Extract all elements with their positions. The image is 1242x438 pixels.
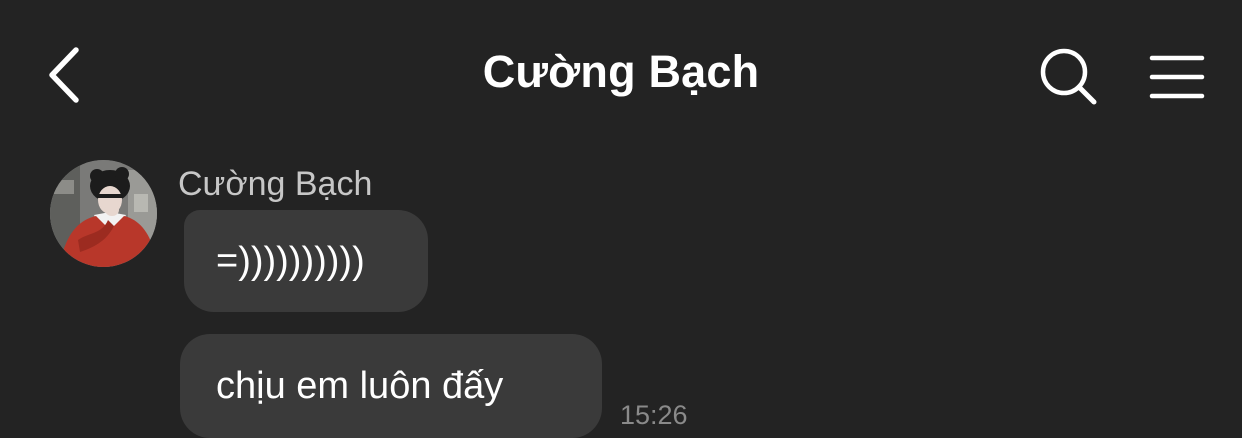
- avatar-photo: [50, 160, 157, 267]
- user-avatar[interactable]: [50, 160, 157, 267]
- message-bubble[interactable]: chịu em luôn đấy: [180, 334, 602, 438]
- search-button[interactable]: [1038, 46, 1100, 108]
- chat-screen: Cường Bạch Cường Bạch =)))))))))) chịu e…: [0, 0, 1242, 438]
- message-timestamp: 15:26: [620, 400, 688, 430]
- menu-button[interactable]: [1148, 52, 1206, 102]
- search-icon: [1040, 48, 1097, 105]
- chat-header: Cường Bạch: [0, 0, 1242, 150]
- hamburger-menu-icon: [1149, 55, 1205, 99]
- message-bubble[interactable]: =)))))))))): [184, 210, 428, 312]
- message-text: =)))))))))): [216, 239, 365, 282]
- message-text: chịu em luôn đấy: [216, 364, 504, 407]
- sender-name: Cường Bạch: [178, 165, 373, 203]
